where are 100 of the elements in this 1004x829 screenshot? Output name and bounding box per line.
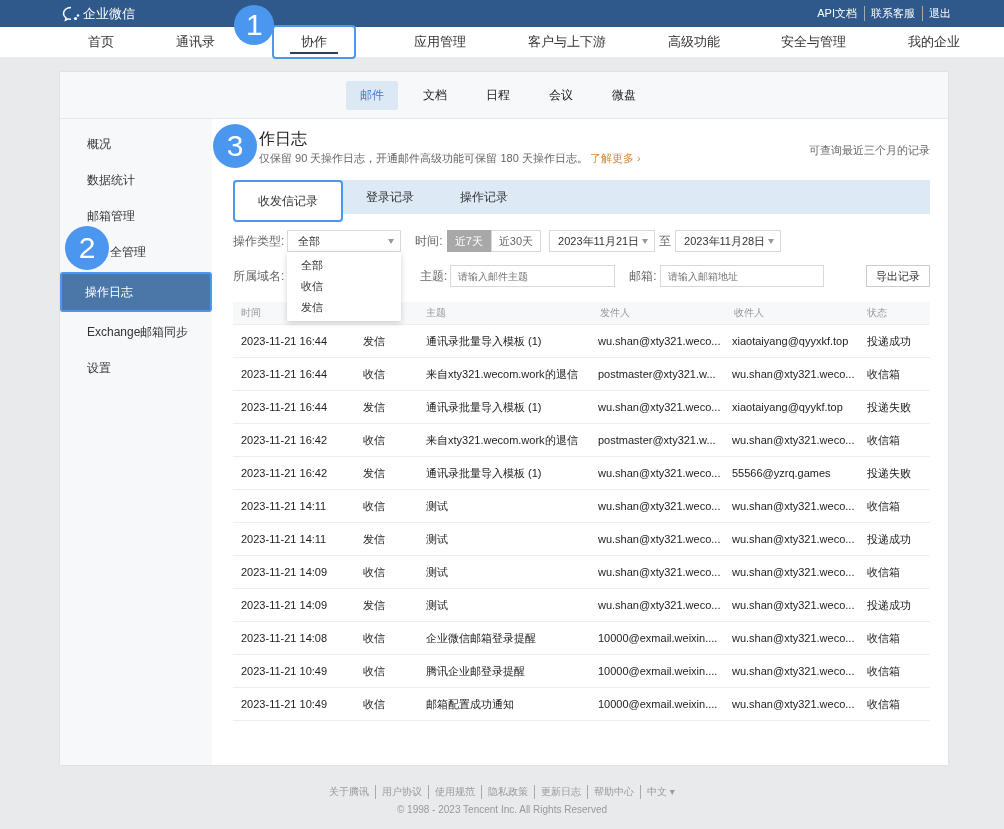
table-cell: 收信 [363,565,385,578]
top-link[interactable]: API文档 [817,6,857,21]
table-cell: 通讯录批量导入模板 (1) [426,466,542,479]
nav-tab[interactable]: 协作 [272,25,357,59]
table-cell: wu.shan@xty321.weco... [598,599,721,611]
mailbox-field[interactable]: 请输入邮箱地址 [659,265,824,287]
table-cell: 测试 [426,499,448,512]
table-cell: 55566@yzrq.games [732,467,831,479]
sidebar-item[interactable]: 操作日志 [60,272,212,312]
note-text: 可查询最近三个月的记录 [809,143,930,158]
table-cell: 收信箱 [867,631,900,644]
table-cell: 收信箱 [867,433,900,446]
table-cell: 发信 [363,466,385,479]
sidebar-item[interactable]: 全管理 [110,234,212,270]
nav-tab[interactable]: 安全与管理 [777,27,851,57]
table-cell: 通讯录批量导入模板 (1) [426,334,542,347]
table-cell: 10000@exmail.weixin.... [598,632,718,644]
table-cell: 2023-11-21 16:44 [241,335,328,347]
table-cell: 收信 [363,664,385,677]
table-cell: 2023-11-21 16:42 [241,434,328,446]
caret-icon [768,238,775,244]
top-link[interactable]: 退出 [922,6,951,21]
chat-bubble-icon [62,5,80,22]
table-cell: 邮箱配置成功通知 [426,697,514,710]
table-cell: 发信 [363,334,385,347]
nav-tab[interactable]: 客户与上下游 [523,27,610,57]
tab[interactable]: 收发信记录 [233,180,343,222]
table-cell: 10000@exmail.weixin.... [598,698,718,710]
table-cell: wu.shan@xty321.weco... [598,467,721,479]
table-cell: 收信箱 [867,367,900,380]
table-cell: 发信 [363,400,385,413]
tab[interactable]: 操作记录 [437,180,531,214]
nav-tab[interactable]: 通讯录 [171,27,219,57]
table-cell: 发信 [363,532,385,545]
table-cell: 收信箱 [867,664,900,677]
sidebar-item[interactable]: 设置 [60,350,212,386]
sidebar-item[interactable]: 数据统计 [60,162,212,198]
table-cell: wu.shan@xty321.weco... [732,434,855,446]
filter-label: 时间: [415,232,443,250]
table-cell: wu.shan@xty321.weco... [598,566,721,578]
nav-tab[interactable]: 高级功能 [663,27,724,57]
sidebar-item[interactable]: 概况 [60,126,212,162]
table-cell: xiaotaiyang@qyyxkf.top [732,335,849,347]
table-cell: wu.shan@xty321.weco... [732,599,855,611]
subnav-tab[interactable]: 日程 [472,80,524,110]
nav-tab[interactable]: 我的企业 [903,27,964,57]
table-cell: 投递失败 [867,400,911,413]
table-cell: 收信 [363,697,385,710]
date-picker[interactable]: 2023年11月28日 [675,230,782,252]
subnav-tab[interactable]: 会议 [535,80,587,110]
table-cell: 2023-11-21 14:11 [241,500,327,512]
menu-item[interactable]: 全部 [287,255,402,276]
table-cell: wu.shan@xty321.weco... [732,698,855,710]
copyright-text: © 1998 - 2023 Tencent Inc. All Rights Reserved [395,804,609,815]
table-cell: wu.shan@xty321.weco... [598,401,721,413]
table-cell: 腾讯企业邮登录提醒 [426,664,525,677]
table-cell: 通讯录批量导入模板 (1) [426,400,542,413]
table-cell: 2023-11-21 14:09 [241,599,328,611]
nav-tab[interactable]: 首页 [84,27,118,57]
table-cell: postmaster@xty321.w... [598,368,716,380]
table-cell: wu.shan@xty321.weco... [732,632,855,644]
table-cell: 2023-11-21 16:44 [241,401,328,413]
table-cell: wu.shan@xty321.weco... [598,533,721,545]
table-cell: xiaotaiyang@qyykf.top [732,401,843,413]
table-cell: 投递成功 [867,334,911,347]
export-button[interactable]: 导出记录 [866,265,930,287]
table-cell: 2023-11-21 10:49 [241,665,328,677]
table-cell: wu.shan@xty321.weco... [732,566,855,578]
subnav-tab[interactable]: 邮件 [346,80,398,110]
table-cell: wu.shan@xty321.weco... [732,368,855,380]
table-cell: 2023-11-21 14:08 [241,632,328,644]
table-cell: 发信 [363,598,385,611]
table-cell: 10000@exmail.weixin.... [598,665,718,677]
table-cell: wu.shan@xty321.weco... [598,500,721,512]
table-cell: 2023-11-21 16:44 [241,368,328,380]
page-title: 作日志 [259,129,308,149]
table-cell: 收信 [363,631,385,644]
table-cell: wu.shan@xty321.weco... [732,500,855,512]
range-button[interactable]: 近30天 [490,230,542,252]
table-cell: 收信 [363,367,385,380]
filter-label: 所属域名: [233,267,286,285]
top-link[interactable]: 联系客服 [864,6,915,21]
column-header: 发件人 [600,307,630,318]
type-dropdown[interactable]: 全部 [287,230,402,252]
filter-label: 操作类型: [233,232,285,250]
table-cell: 2023-11-21 14:09 [241,566,328,578]
subnav-tab[interactable]: 微盘 [598,80,650,110]
menu-item[interactable]: 发信 [287,297,402,318]
nav-tab[interactable]: 应用管理 [410,27,471,57]
filter-label: 主题: [420,267,448,285]
table-cell: 2023-11-21 10:49 [241,698,328,710]
subnav-tab[interactable]: 文档 [409,80,461,110]
date-picker[interactable]: 2023年11月21日 [549,230,656,252]
menu-item[interactable]: 收信 [287,276,402,297]
table-cell: 收信 [363,499,385,512]
tab[interactable]: 登录记录 [343,180,437,214]
subject-field[interactable]: 请输入邮件主题 [450,265,616,287]
table-cell: 2023-11-21 16:42 [241,467,328,479]
table-cell: 测试 [426,565,448,578]
sidebar-item[interactable]: Exchange邮箱同步 [60,314,212,350]
